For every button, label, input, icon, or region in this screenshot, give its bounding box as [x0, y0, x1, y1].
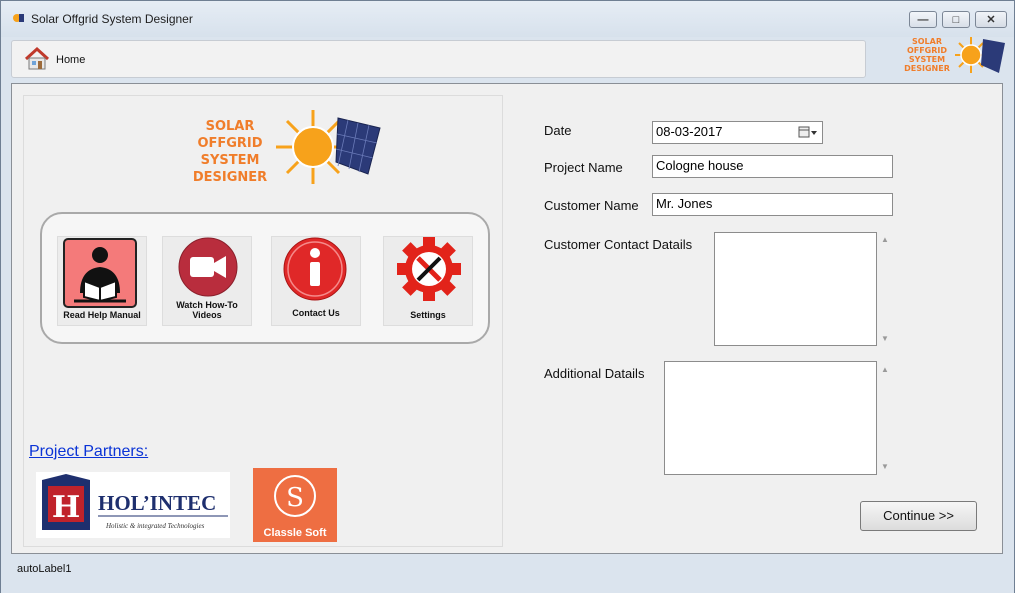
holintec-logo[interactable]: H HOL’INTEC Holistic & integrated Techno… [36, 472, 230, 538]
maximize-button[interactable]: □ [942, 11, 970, 28]
customer-name-label: Customer Name [544, 198, 639, 213]
watch-videos-label-line-2: Videos [192, 310, 222, 320]
client-area: SOLAR OFFGRID SYSTEM DESIGNER Read Help … [11, 83, 1003, 554]
customer-contact-label: Customer Contact Datails [544, 237, 693, 252]
scroll-up-icon[interactable]: ▲ [881, 235, 889, 244]
home-icon [24, 46, 50, 70]
project-name-input[interactable]: Cologne house [652, 155, 893, 178]
calendar-dropdown-icon[interactable] [798, 126, 818, 139]
holintec-name: HOL’INTEC [98, 491, 216, 515]
classle-name: Classle Soft [264, 527, 327, 539]
scroll-down-icon[interactable]: ▼ [881, 334, 889, 343]
customer-name-input[interactable]: Mr. Jones [652, 193, 893, 216]
watch-videos-tile[interactable]: Watch How-To Videos [162, 236, 252, 326]
logo-line-4: DESIGNER [193, 170, 267, 185]
holintec-mark: H [52, 490, 80, 525]
toolbar: Home [11, 40, 866, 78]
read-help-manual-label: Read Help Manual [63, 310, 141, 320]
scroll-up-icon[interactable]: ▲ [881, 365, 889, 374]
window-title: Solar Offgrid System Designer [31, 12, 193, 26]
home-label: Home [56, 54, 86, 66]
holintec-tagline: Holistic & integrated Technologies [105, 522, 205, 530]
title-bar: Solar Offgrid System Designer — □ ✕ [1, 1, 1014, 37]
quick-actions-panel: Read Help Manual Watch How-To Videos Con… [40, 212, 490, 344]
contact-us-tile[interactable]: Contact Us [271, 236, 361, 326]
date-picker[interactable]: 08-03-2017 [652, 121, 823, 144]
status-bar: autoLabel1 [1, 557, 1014, 593]
date-value: 08-03-2017 [656, 124, 723, 139]
contact-us-label: Contact Us [292, 308, 340, 318]
continue-button[interactable]: Continue >> [860, 501, 977, 531]
settings-tile[interactable]: Settings [383, 236, 473, 326]
logo-line-1: SOLAR [206, 119, 255, 134]
project-partners-link[interactable]: Project Partners: [29, 443, 148, 461]
settings-label: Settings [410, 310, 446, 320]
logo-line-3: SYSTEM [201, 153, 260, 168]
classle-mark: S [286, 483, 304, 513]
corner-logo-line-3: SYSTEM [909, 55, 945, 64]
corner-logo-line-1: SOLAR [912, 37, 942, 46]
status-label: autoLabel1 [17, 563, 72, 575]
read-help-manual-tile[interactable]: Read Help Manual [57, 236, 147, 326]
close-icon: ✕ [986, 14, 996, 26]
classle-soft-logo[interactable]: S Classle Soft [253, 468, 337, 542]
maximize-icon: □ [952, 13, 960, 26]
scroll-down-icon[interactable]: ▼ [881, 462, 889, 471]
corner-logo-line-4: DESIGNER [904, 64, 950, 73]
customer-contact-textarea[interactable] [714, 232, 877, 346]
app-icon [13, 14, 24, 22]
date-label: Date [544, 123, 572, 138]
close-button[interactable]: ✕ [975, 11, 1007, 28]
additional-details-label: Additional Datails [544, 366, 645, 381]
corner-logo: SOLAR OFFGRID SYSTEM DESIGNER [904, 37, 1005, 73]
app-window: Solar Offgrid System Designer — □ ✕ Home… [0, 0, 1015, 593]
holintec-logo-image: H HOL’INTEC Holistic & integrated Techno… [42, 474, 228, 530]
project-name-label: Project Name [544, 160, 623, 175]
logo-line-2: OFFGRID [197, 136, 262, 151]
minimize-icon: — [917, 13, 929, 26]
additional-details-textarea[interactable] [664, 361, 877, 475]
corner-logo-line-2: OFFGRID [907, 46, 947, 55]
watch-videos-label-line-1: Watch How-To [176, 300, 238, 310]
left-panel: SOLAR OFFGRID SYSTEM DESIGNER Read Help … [23, 95, 503, 547]
classle-soft-logo-image: S Classle Soft [264, 475, 327, 539]
main-logo: SOLAR OFFGRID SYSTEM DESIGNER [193, 110, 381, 185]
minimize-button[interactable]: — [909, 11, 937, 28]
